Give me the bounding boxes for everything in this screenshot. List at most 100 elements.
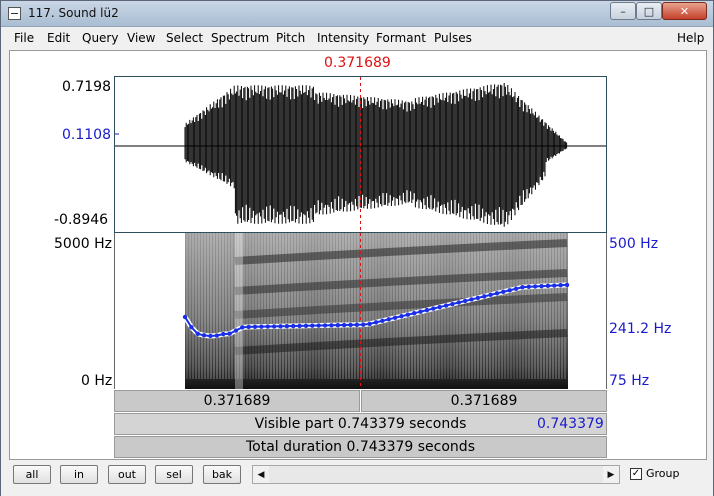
pitch-point — [189, 324, 194, 330]
pitch-point — [335, 322, 340, 328]
pitch-point — [564, 282, 570, 288]
pitch-point — [310, 323, 315, 328]
pitch-point — [233, 328, 239, 333]
menu-query[interactable]: Query — [82, 31, 118, 45]
menu-view[interactable]: View — [127, 31, 155, 45]
pitch-point — [182, 314, 188, 320]
visible-end-label: 0.743379 — [537, 416, 604, 432]
pitch-point — [513, 286, 519, 291]
pitch-point — [297, 323, 302, 329]
pitch-point — [329, 323, 334, 328]
pitch-point — [380, 318, 385, 324]
pitch-point — [552, 283, 557, 288]
pitch-point — [265, 324, 270, 329]
pitch-point — [443, 303, 449, 308]
pitch-point — [348, 322, 353, 328]
group-checkbox[interactable]: ✓ — [630, 468, 642, 480]
pitch-point — [507, 288, 512, 293]
pitch-point — [367, 321, 372, 327]
pitch-point — [291, 323, 296, 329]
spectrogram-bottom-frequency-label: 0 Hz — [81, 373, 113, 389]
pitch-point — [278, 324, 283, 329]
pitch-point — [252, 324, 258, 329]
pitch-point — [259, 324, 264, 329]
menu-formant[interactable]: Formant — [376, 31, 426, 45]
pitch-point — [520, 285, 525, 290]
pitch-point — [354, 322, 360, 327]
zoom-out-button[interactable]: out — [108, 465, 146, 484]
maximize-button[interactable]: □ — [636, 2, 662, 20]
pitch-point — [195, 331, 200, 336]
minimize-button[interactable]: – — [610, 2, 636, 20]
menu-bar: File Edit Query View Select Spectrum Pit… — [1, 28, 713, 49]
bottom-toolbar: all in out sel bak ◀ ▶ ✓ Group — [1, 462, 713, 496]
pitch-point — [412, 310, 417, 316]
menu-file[interactable]: File — [14, 31, 34, 45]
pitch-point — [462, 298, 468, 304]
pitch-point — [392, 315, 398, 320]
app-icon — [8, 7, 21, 20]
spectrogram-top-frequency-label: 5000 Hz — [54, 236, 112, 252]
pitch-point — [221, 331, 226, 337]
menu-spectrum[interactable]: Spectrum — [211, 31, 269, 45]
menu-intensity[interactable]: Intensity — [317, 31, 369, 45]
zoom-selection-button[interactable]: sel — [155, 465, 193, 484]
spectrogram-panel[interactable] — [114, 233, 607, 389]
right-segment-duration: 0.371689 — [450, 393, 518, 409]
pitch-point — [494, 291, 500, 296]
pitch-point — [240, 325, 245, 330]
left-segment-duration: 0.371689 — [203, 393, 271, 409]
pitch-point — [424, 307, 430, 313]
pitch-point — [450, 301, 455, 307]
total-duration-bar[interactable]: Total duration 0.743379 seconds — [114, 436, 607, 458]
menu-pitch[interactable]: Pitch — [276, 31, 305, 45]
menu-edit[interactable]: Edit — [47, 31, 70, 45]
waveform-min-label: -0.8946 — [54, 212, 109, 228]
horizontal-scrollbar[interactable]: ◀ ▶ — [252, 465, 620, 484]
menu-help[interactable]: Help — [677, 31, 704, 45]
pitch-point — [201, 333, 207, 338]
visible-part-bar[interactable]: Visible part 0.743379 seconds — [114, 413, 607, 435]
pitch-point — [526, 284, 531, 290]
window-title: 117. Sound lü2 — [28, 6, 119, 20]
waveform-mid-label: 0.1108 — [62, 127, 111, 143]
title-bar[interactable]: 117. Sound lü2 – □ ✕ — [1, 1, 713, 27]
sound-editor-window: 117. Sound lü2 – □ ✕ File Edit Query Vie… — [0, 0, 714, 496]
editor-canvas[interactable]: 0.371689 0.7198 0.1108 -0.8946 5000 Hz 0… — [9, 50, 707, 460]
cursor-time-label: 0.371689 — [324, 55, 391, 71]
pitch-point — [214, 333, 220, 338]
pitch-point — [284, 323, 290, 329]
pitch-point — [208, 333, 213, 339]
pitch-point — [469, 297, 474, 302]
zoom-in-button[interactable]: in — [60, 465, 98, 484]
zoom-all-button[interactable]: all — [13, 465, 51, 484]
pitch-point — [322, 323, 328, 328]
pitch-point — [558, 283, 563, 288]
group-label: Group — [646, 467, 680, 480]
waveform-panel[interactable] — [114, 76, 607, 233]
waveform-max-label: 0.7198 — [62, 79, 111, 95]
pitch-point — [405, 312, 411, 317]
waveform-signal — [184, 83, 568, 227]
pitch-mid-label: 241.2 Hz — [609, 321, 672, 337]
pitch-point — [437, 304, 442, 310]
menu-pulses[interactable]: Pulses — [434, 31, 472, 45]
pitch-point — [361, 322, 366, 327]
pitch-point — [373, 320, 379, 325]
menu-select[interactable]: Select — [166, 31, 203, 45]
pitch-point — [475, 295, 481, 301]
zoom-back-button[interactable]: bak — [203, 465, 241, 484]
right-segment-bar[interactable]: 0.371689 — [361, 390, 607, 412]
pitch-point — [316, 323, 321, 328]
close-button[interactable]: ✕ — [662, 2, 707, 20]
visible-part-text: Visible part 0.743379 seconds — [254, 416, 467, 432]
pitch-point — [303, 323, 309, 328]
total-duration-text: Total duration 0.743379 seconds — [246, 439, 475, 455]
spectrogram-onset — [235, 233, 243, 389]
left-segment-bar[interactable]: 0.371689 — [114, 390, 360, 412]
waveform-plot — [115, 77, 606, 232]
scroll-left-arrow-icon[interactable]: ◀ — [253, 466, 269, 483]
scroll-right-arrow-icon[interactable]: ▶ — [603, 466, 619, 483]
pitch-point — [386, 317, 391, 322]
pitch-point — [418, 309, 423, 314]
